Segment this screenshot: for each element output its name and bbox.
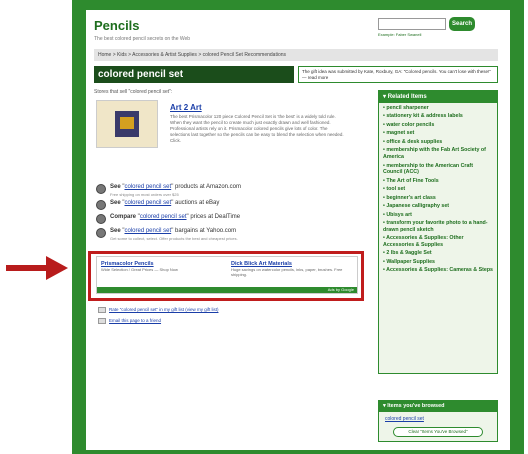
store-row-prefix: See: [110, 228, 121, 234]
related-item[interactable]: beginner's art class: [383, 195, 493, 202]
store-row-text: Compare "colored pencil set" prices at D…: [110, 214, 241, 220]
store-row-prefix: See: [110, 184, 121, 190]
product-image[interactable]: [96, 100, 158, 148]
search-input[interactable]: [378, 18, 446, 30]
store-row-prefix: See: [110, 200, 121, 206]
related-item[interactable]: office & desk supplies: [383, 139, 493, 146]
email-page-label: Email this page to a friend: [109, 318, 162, 324]
store-row-suffix: auctions at eBay: [174, 200, 220, 206]
browsed-title-text: Items you've browsed: [387, 403, 445, 409]
gift-list-icon: [98, 307, 106, 313]
product-image-art: [115, 111, 139, 137]
page-title: colored pencil set: [94, 66, 294, 83]
ad-highlight-box: [88, 251, 364, 301]
related-item[interactable]: water color pencils: [383, 122, 493, 129]
breadcrumb[interactable]: Home > Kids > Accessories & Artist Suppl…: [94, 49, 498, 61]
store-icon: [96, 184, 106, 194]
sidebar-title-text: Related Items: [387, 94, 427, 100]
store-row-yahoo[interactable]: See "colored pencil set" bargains at Yah…: [96, 228, 356, 242]
store-row-note: Free shipping on most orders over $25: [110, 192, 179, 197]
related-item[interactable]: 2 lbs & 9aggle Set: [383, 250, 493, 257]
site-tagline: The best colored pencil secrets on the W…: [94, 36, 191, 42]
search-example-links[interactable]: Example: Faber Swanell: [378, 32, 421, 37]
related-item[interactable]: Accessories & Supplies: Cameras & Steps: [383, 267, 493, 274]
store-row-text: See "colored pencil set" auctions at eBa…: [110, 200, 220, 206]
store-row-dealtime[interactable]: Compare "colored pencil set" prices at D…: [96, 214, 356, 228]
store-link[interactable]: colored pencil set: [140, 214, 187, 220]
related-item[interactable]: magnet set: [383, 130, 493, 137]
site-logo[interactable]: Pencils: [94, 18, 140, 33]
store-row-suffix: bargains at Yahoo.com: [174, 228, 237, 234]
store-row-suffix: products at Amazon.com: [174, 184, 242, 190]
stores-intro: Stores that sell "colored pencil set":: [94, 89, 173, 95]
related-item[interactable]: tool set: [383, 186, 493, 193]
add-to-gift-list-label: Rate "colored pencil set" in my gift lis…: [109, 307, 219, 313]
related-item[interactable]: Accessories & Supplies: Other Accessorie…: [383, 235, 493, 248]
store-row-text: See "colored pencil set" bargains at Yah…: [110, 228, 237, 234]
related-item[interactable]: The Art of Fine Tools: [383, 178, 493, 185]
store-row-ebay[interactable]: See "colored pencil set" auctions at eBa…: [96, 200, 356, 214]
product-title-link[interactable]: Art 2 Art: [170, 103, 202, 112]
related-item[interactable]: transform your favorite photo to a hand-…: [383, 220, 493, 233]
related-items-sidebar: ▾ Related Items pencil sharpener station…: [378, 90, 498, 374]
store-link[interactable]: colored pencil set: [124, 200, 171, 206]
related-item[interactable]: Ubisys art: [383, 212, 493, 219]
browsed-title: ▾ Items you've browsed: [379, 401, 497, 412]
related-item[interactable]: stationery kit & address labels: [383, 113, 493, 120]
store-link[interactable]: colored pencil set: [124, 228, 171, 234]
store-row-text: See "colored pencil set" products at Ama…: [110, 184, 242, 190]
related-items-list: pencil sharpener stationery kit & addres…: [379, 103, 497, 274]
arrow-shaft: [6, 265, 50, 271]
related-item[interactable]: membership with the Fab Art Society of A…: [383, 147, 493, 160]
pointer-arrow-icon: [6, 256, 68, 280]
browsed-items-box: ▾ Items you've browsed colored pencil se…: [378, 400, 498, 442]
related-item[interactable]: pencil sharpener: [383, 105, 493, 112]
store-icon: [96, 228, 106, 238]
email-icon: [98, 318, 106, 324]
web-page: Pencils The best colored pencil secrets …: [86, 10, 510, 450]
related-item[interactable]: Japanese calligraphy set: [383, 203, 493, 210]
related-item[interactable]: Wallpaper Supplies: [383, 259, 493, 266]
sidebar-title: ▾ Related Items: [379, 91, 497, 103]
store-row-suffix: prices at DealTime: [190, 214, 241, 220]
product-description: The best Prismacolor 120 piece Colored P…: [170, 114, 344, 143]
store-link[interactable]: colored pencil set: [124, 184, 171, 190]
add-to-gift-list-link[interactable]: Rate "colored pencil set" in my gift lis…: [98, 307, 218, 313]
gift-submission-note: The gift idea was submitted by Kate, Rox…: [298, 66, 498, 83]
arrow-head: [46, 256, 68, 280]
store-icon: [96, 200, 106, 210]
store-row-prefix: Compare: [110, 214, 137, 220]
store-icon: [96, 214, 106, 224]
browsed-item-link[interactable]: colored pencil set: [385, 416, 424, 422]
clear-browsed-button[interactable]: Clear "Items You've Browsed": [393, 427, 483, 437]
search-button[interactable]: Search: [449, 17, 475, 31]
store-row-amazon[interactable]: See "colored pencil set" products at Ama…: [96, 184, 356, 198]
related-item[interactable]: membership to the American Craft Council…: [383, 163, 493, 176]
email-page-link[interactable]: Email this page to a friend: [98, 318, 161, 324]
store-row-note: Get some to collect, select. Offer produ…: [110, 236, 238, 241]
